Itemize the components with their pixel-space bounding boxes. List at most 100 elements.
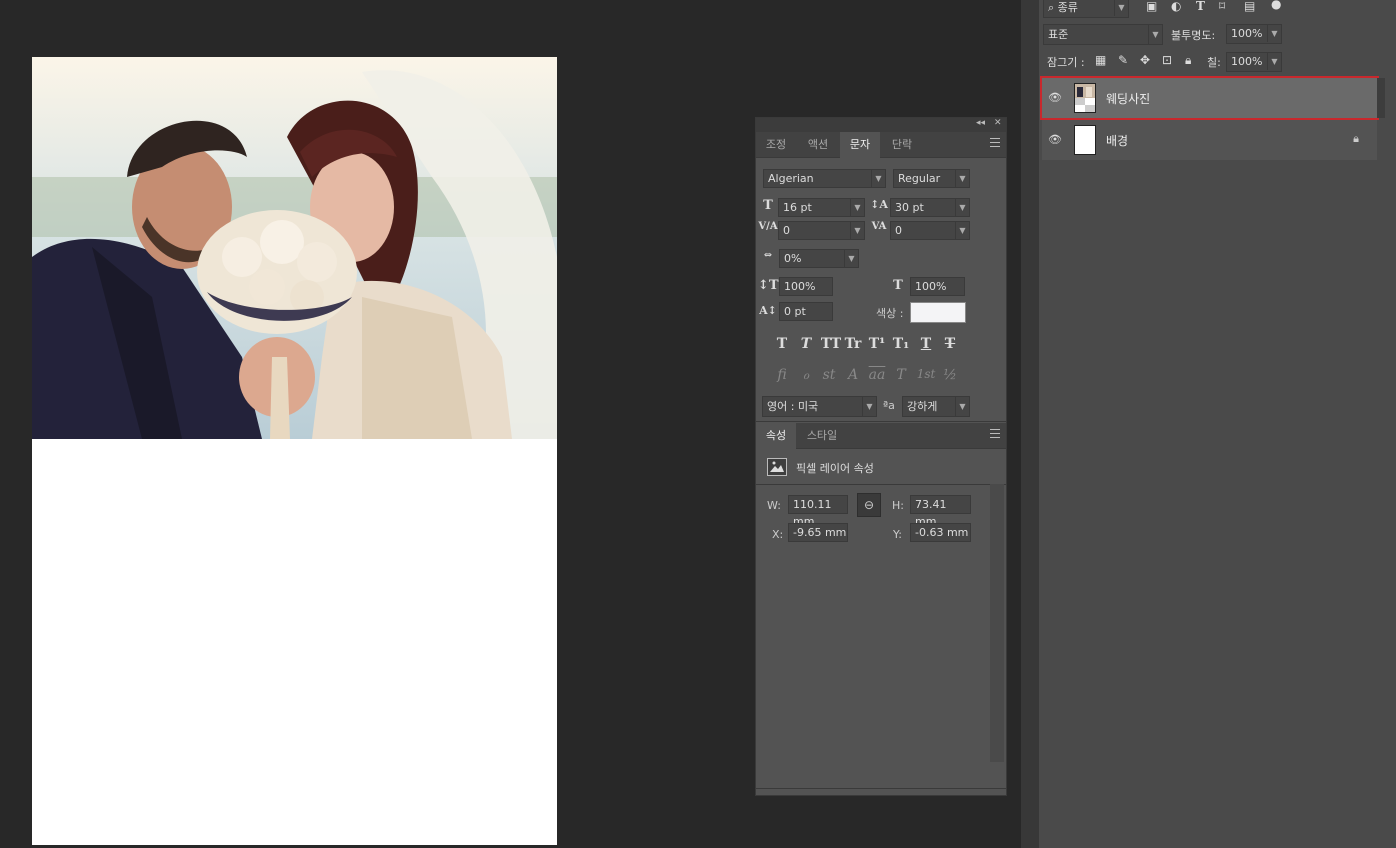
tsume-value: 0%: [784, 252, 802, 265]
subscript-button[interactable]: T₁: [891, 336, 911, 352]
smart-object-filter-icon[interactable]: ▤: [1244, 0, 1255, 13]
search-icon: ⌕: [1048, 1, 1058, 14]
font-style-select[interactable]: Regular ▼: [893, 169, 970, 188]
chevron-down-icon: ▼: [850, 222, 864, 239]
leading-icon: ↕A: [870, 198, 888, 211]
leading-field[interactable]: 30 pt ▼: [890, 198, 970, 217]
chevron-down-icon: ▼: [1267, 25, 1281, 42]
layer-filter-select[interactable]: ⌕ 종류 ▼: [1043, 0, 1129, 18]
ordinals-button[interactable]: 1st: [914, 367, 938, 381]
adjustment-filter-icon[interactable]: ◐: [1171, 0, 1181, 13]
tab-character[interactable]: 문자: [840, 132, 880, 158]
opacity-field[interactable]: 100% ▼: [1226, 24, 1282, 44]
font-style-value: Regular: [898, 172, 941, 185]
stylistic-alternates-button[interactable]: aa: [867, 367, 887, 383]
text-color-swatch[interactable]: [910, 302, 966, 323]
ligatures-button[interactable]: ﬁ: [772, 367, 792, 383]
document-canvas[interactable]: [32, 57, 557, 845]
underline-button[interactable]: T: [916, 336, 936, 352]
pixel-layer-icon: [767, 458, 787, 476]
panel-titlebar[interactable]: ◂◂ ✕: [756, 118, 1006, 132]
chevron-down-icon: ▼: [1114, 0, 1128, 16]
width-field[interactable]: 110.11 mm: [788, 495, 848, 528]
x-field[interactable]: -9.65 mm: [788, 523, 848, 542]
character-panel[interactable]: ◂◂ ✕ 조정 액션 문자 단락 Algerian ▼ Regular ▼ T …: [755, 117, 1007, 796]
panel-menu-icon[interactable]: [990, 138, 1000, 147]
all-caps-button[interactable]: TT: [819, 336, 843, 352]
lock-transparency-icon[interactable]: ▦: [1095, 53, 1106, 67]
layer-row-wedding-photo[interactable]: 👁︎ 웨딩사진: [1040, 76, 1379, 120]
antialias-select[interactable]: 강하게 ▼: [902, 396, 970, 417]
collapse-icon[interactable]: ◂◂: [976, 118, 985, 128]
font-family-select[interactable]: Algerian ▼: [763, 169, 886, 188]
divider: [756, 484, 1006, 485]
font-family-value: Algerian: [768, 172, 814, 185]
filter-toggle-icon[interactable]: ●: [1271, 0, 1281, 11]
chevron-down-icon: ▼: [955, 397, 969, 416]
dock-edge: [1021, 0, 1039, 848]
divider: [756, 421, 1006, 422]
x-label: X:: [772, 528, 784, 541]
faux-bold-button[interactable]: T: [772, 336, 792, 352]
superscript-button[interactable]: T¹: [867, 336, 887, 352]
link-icon[interactable]: ⊖: [857, 493, 881, 517]
tsume-icon: ⇔: [763, 250, 773, 261]
lock-icon[interactable]: 🔒︎: [1353, 132, 1359, 146]
tracking-field[interactable]: 0 ▼: [890, 221, 970, 240]
height-field[interactable]: 73.41 mm: [910, 495, 971, 528]
baseline-shift-field[interactable]: 0 pt: [779, 302, 833, 321]
font-size-field[interactable]: 16 pt ▼: [778, 198, 865, 217]
type-filter-icon[interactable]: T: [1196, 0, 1205, 13]
tab-actions[interactable]: 액션: [798, 132, 838, 158]
opacity-label: 불투명도:: [1171, 29, 1216, 42]
small-caps-button[interactable]: Tr: [843, 336, 863, 352]
baseline-shift-icon: A↕: [759, 304, 777, 317]
layer-name[interactable]: 배경: [1106, 132, 1128, 149]
kerning-icon: V/A: [758, 221, 778, 232]
lock-brush-icon[interactable]: ✎: [1118, 53, 1128, 67]
layer-row-background[interactable]: 👁︎ 배경 🔒︎: [1042, 120, 1377, 160]
fill-value: 100%: [1231, 55, 1263, 68]
swash-button[interactable]: A: [843, 367, 863, 383]
antialias-value: 강하게: [907, 400, 938, 413]
blend-mode-value: 표준: [1048, 28, 1069, 41]
tsume-field[interactable]: 0% ▼: [779, 249, 859, 268]
horizontal-scale-field[interactable]: 100%: [910, 277, 965, 296]
language-select[interactable]: 영어 : 미국 ▼: [762, 396, 877, 417]
strikethrough-button[interactable]: T: [940, 336, 960, 352]
layer-name[interactable]: 웨딩사진: [1106, 90, 1150, 107]
visibility-eye-icon[interactable]: 👁︎: [1048, 133, 1062, 147]
fractions-button[interactable]: ½: [940, 367, 960, 383]
tab-adjustments[interactable]: 조정: [756, 132, 796, 158]
wedding-photo-layer[interactable]: [32, 57, 557, 439]
old-style-button[interactable]: ℴ: [796, 367, 816, 383]
height-label: H:: [892, 499, 904, 512]
faux-italic-button[interactable]: T: [796, 336, 816, 352]
kerning-field[interactable]: 0 ▼: [778, 221, 865, 240]
tab-paragraph[interactable]: 단락: [882, 132, 922, 158]
language-value: 영어 : 미국: [767, 400, 819, 413]
tab-styles[interactable]: 스타일: [798, 423, 846, 449]
image-filter-icon[interactable]: ▣: [1146, 0, 1157, 13]
panel-menu-icon[interactable]: [990, 429, 1000, 438]
opacity-value: 100%: [1231, 27, 1263, 40]
properties-scrollbar[interactable]: [990, 484, 1004, 762]
shape-filter-icon[interactable]: ⌑: [1219, 0, 1225, 13]
chevron-down-icon: ▼: [871, 170, 885, 187]
blend-mode-select[interactable]: 표준 ▼: [1043, 24, 1163, 45]
discretionary-ligatures-button[interactable]: st: [819, 367, 839, 383]
divider: [756, 788, 1006, 789]
chevron-down-icon: ▼: [1267, 53, 1281, 70]
lock-artboard-icon[interactable]: ⊡: [1162, 53, 1172, 67]
tab-properties[interactable]: 속성: [756, 423, 796, 449]
lock-position-icon[interactable]: ✥: [1140, 53, 1150, 67]
layer-scroll-indicator: [1377, 78, 1385, 118]
titling-alternates-button[interactable]: T: [891, 367, 911, 383]
y-field[interactable]: -0.63 mm: [910, 523, 971, 542]
lock-all-icon[interactable]: 🔒︎: [1185, 53, 1191, 68]
visibility-eye-icon[interactable]: 👁︎: [1048, 91, 1062, 105]
layers-panel[interactable]: ⌕ 종류 ▼ ▣ ◐ T ⌑ ▤ ● 표준 ▼ 불투명도: 100% ▼ 잠그기…: [1039, 0, 1396, 848]
vertical-scale-field[interactable]: 100%: [779, 277, 833, 296]
close-icon[interactable]: ✕: [994, 118, 1002, 128]
fill-field[interactable]: 100% ▼: [1226, 52, 1282, 72]
